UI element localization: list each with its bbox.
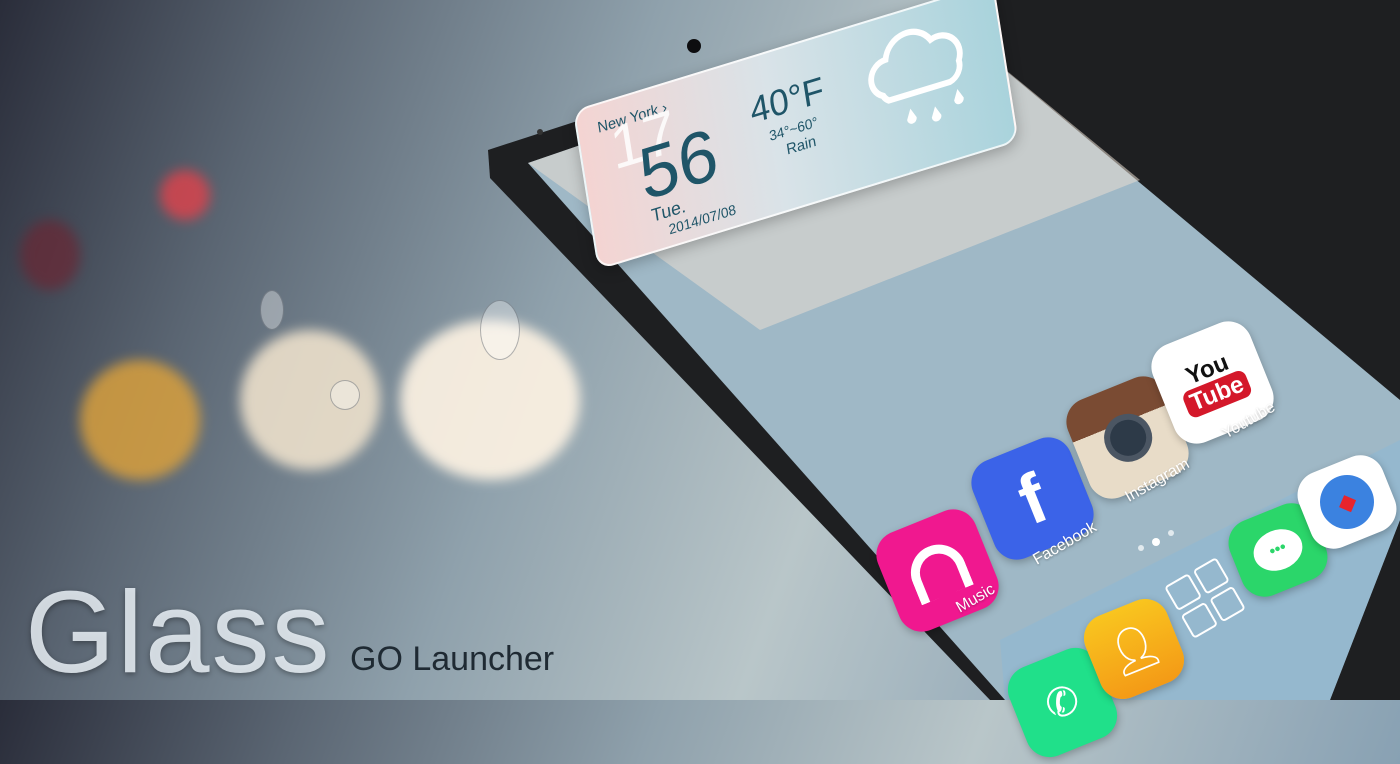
cloud-rain-icon xyxy=(868,28,964,124)
page-dot-active[interactable] xyxy=(1152,538,1160,546)
compass-icon: ◆ xyxy=(1311,466,1383,538)
product-title: Glass xyxy=(25,567,332,697)
page-dot[interactable] xyxy=(1138,545,1144,551)
page-dot[interactable] xyxy=(1168,530,1174,536)
instagram-icon xyxy=(1096,406,1159,469)
phone-icon: ✆ xyxy=(1038,675,1087,730)
contact-icon: 👤︎ xyxy=(1099,616,1170,683)
chat-icon: ••• xyxy=(1247,522,1309,578)
headphones-icon xyxy=(901,535,974,606)
facebook-icon: f xyxy=(1007,457,1058,540)
product-subtitle: GO Launcher xyxy=(350,640,555,678)
